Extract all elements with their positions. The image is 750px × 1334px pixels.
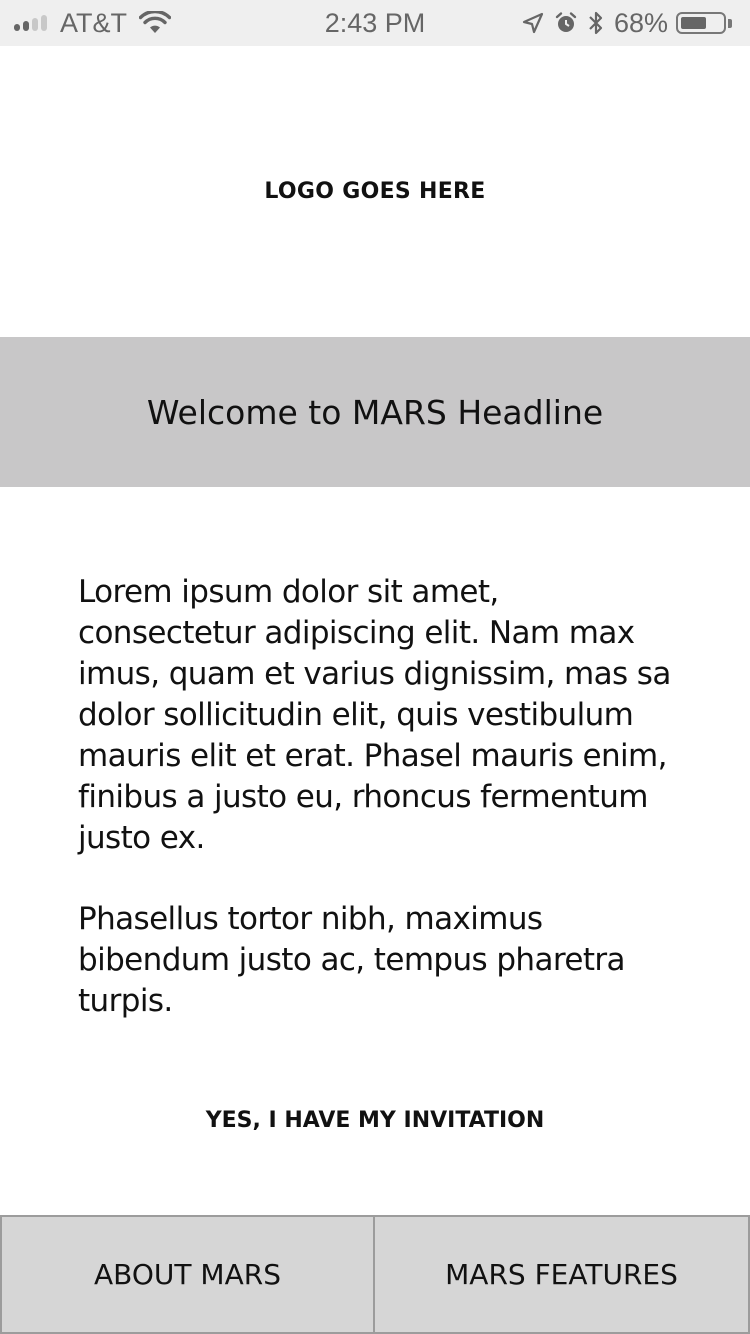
battery-cap xyxy=(728,18,732,28)
body-copy: Lorem ipsum dolor sit amet, consectetur … xyxy=(78,572,678,1062)
battery-icon xyxy=(676,12,726,34)
alarm-icon xyxy=(555,12,577,32)
bottom-nav: ABOUT MARS MARS FEATURES xyxy=(0,1215,750,1334)
page-headline: Welcome to MARS Headline xyxy=(146,392,604,432)
body-paragraph: Phasellus tortor nibh, maximus bibendum … xyxy=(78,901,626,1019)
bluetooth-icon xyxy=(589,11,603,35)
battery-percent: 68% xyxy=(613,7,668,38)
about-mars-button[interactable]: ABOUT MARS xyxy=(0,1215,374,1334)
location-arrow-icon xyxy=(522,12,544,34)
headline-banner: Welcome to MARS Headline xyxy=(0,337,750,487)
invitation-link[interactable]: YES, I HAVE MY INVITATION xyxy=(0,1100,750,1140)
status-bar: AT&T 2:43 PM 68% xyxy=(0,0,750,46)
status-bar-right: 68% xyxy=(512,0,732,46)
logo-placeholder: LOGO GOES HERE xyxy=(264,179,486,204)
mars-features-button[interactable]: MARS FEATURES xyxy=(374,1215,750,1334)
body-paragraph: Lorem ipsum dolor sit amet, consectetur … xyxy=(78,574,671,856)
